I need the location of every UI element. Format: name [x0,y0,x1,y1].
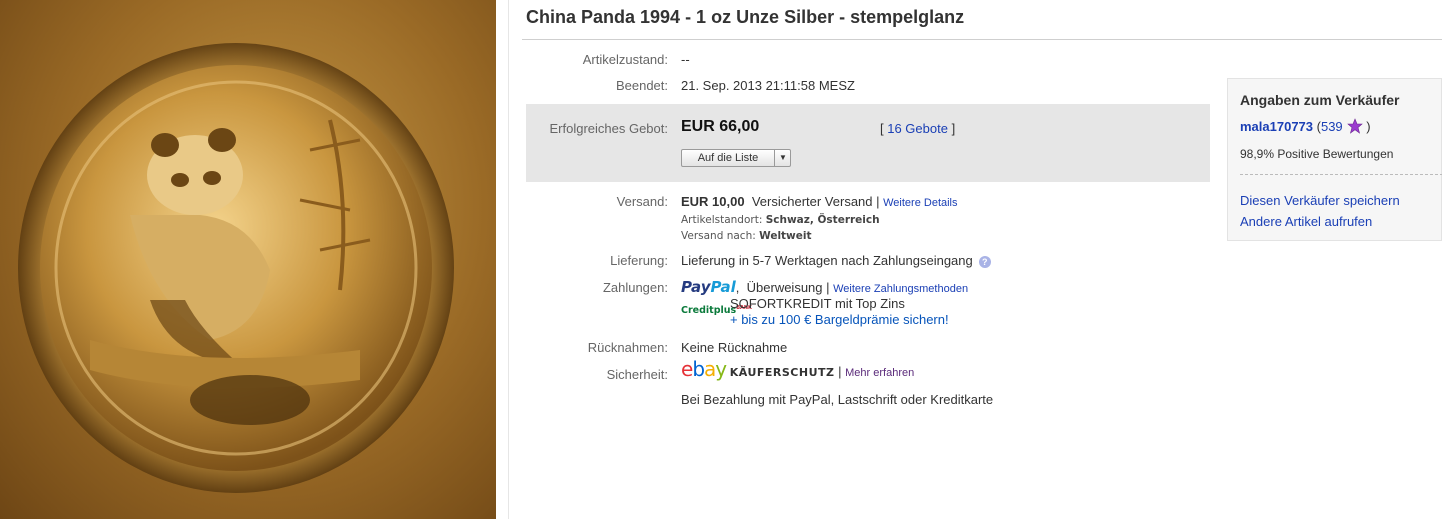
ships-to-value: Weltweit [759,230,812,242]
dropdown-arrow-icon[interactable]: ▼ [774,150,791,166]
paypal-logo: PayPal [681,278,736,296]
save-seller-link[interactable]: Diesen Verkäufer speichern [1240,193,1400,208]
delivery-line: Lieferung in 5-7 Werktagen nach Zahlungs… [681,253,991,269]
help-icon[interactable]: ? [978,255,991,268]
shipping-cost: EUR 10,00 [681,194,745,209]
protection-note: Bei Bezahlung mit PayPal, Lastschrift od… [681,392,994,407]
shipping-service: Versicherter Versand [751,194,873,209]
seller-divider [1240,174,1442,175]
paypal-logo-pay: Pay [681,278,711,296]
buyer-protection-title: KÄUFERSCHUTZ [729,366,835,379]
photo-divider [508,0,509,519]
returns-value: Keine Rücknahme [681,340,788,355]
delivery-value: Lieferung in 5-7 Werktagen nach Zahlungs… [681,253,973,268]
ended-value: 21. Sep. 2013 21:11:58 MESZ [681,78,855,93]
ebay-logo-b: b [692,357,705,381]
shipping-label: Versand: [616,194,668,209]
more-payment-methods-link[interactable]: Weitere Zahlungsmethoden [833,283,968,295]
seller-username-link[interactable]: mala170773 [1240,119,1313,134]
payments-sep: | [822,280,834,295]
location-value: Schwaz, Österreich [765,214,880,226]
item-location: Artikelstandort: Schwaz, Österreich [681,212,880,228]
shipping-line: EUR 10,00 Versicherter Versand | Weitere… [681,194,958,211]
payments-label: Zahlungen: [602,280,668,295]
returns-label: Rücknahmen: [587,340,668,355]
ended-label: Beendet: [615,78,668,93]
ships-to-label: Versand nach: [681,230,756,242]
ebay-logo: ebay [681,357,727,381]
delivery-label: Lieferung: [610,253,668,268]
bid-count: [ 16 Gebote ] [880,121,955,136]
bid-history-link[interactable]: 16 Gebote [887,121,948,136]
security-label: Sicherheit: [606,367,668,382]
seller-score-open: ( [1313,119,1321,134]
condition-label: Artikelzustand: [582,52,668,67]
ebay-logo-a: a [704,357,716,381]
watchlist-label[interactable]: Auf die Liste [682,150,774,166]
positive-feedback: 98,9% Positive Bewertungen [1240,147,1394,161]
seller-score-close: ) [1362,119,1371,134]
bid-label: Erfolgreiches Gebot: [549,121,668,136]
seller-info-panel: Angaben zum Verkäufer mala170773 (539 ) … [1227,78,1442,241]
star-icon [1346,118,1363,134]
payments-line: PayPal, Überweisung | Weitere Zahlungsme… [681,278,969,296]
bid-count-close: ] [947,121,956,136]
bid-box [526,104,1210,182]
title-divider [522,39,1442,40]
location-label: Artikelstandort: [681,214,763,226]
ships-to: Versand nach: Weltweit [681,228,812,244]
ebay-logo-y: y [715,357,727,381]
sofortkredit-text: SOFORTKREDIT mit Top Zins [730,296,905,311]
seller-name-line: mala170773 (539 ) [1240,118,1371,134]
item-title: China Panda 1994 - 1 oz Unze Silber - st… [526,7,965,27]
view-other-items-link[interactable]: Andere Artikel aufrufen [1240,214,1372,229]
condition-value: -- [681,52,690,67]
paypal-logo-pal: Pal [710,278,736,296]
bank-transfer: Überweisung [746,280,823,295]
creditplus-logo-text: Creditplus [681,305,737,317]
product-photo[interactable] [0,0,496,519]
add-to-watchlist-button[interactable]: Auf die Liste ▼ [681,149,791,167]
learn-more-link[interactable]: Mehr erfahren [845,367,914,379]
seller-feedback-score-link[interactable]: 539 [1321,119,1343,134]
shipping-details-link[interactable]: Weitere Details [883,197,957,209]
winning-bid-price: EUR 66,00 [681,118,760,135]
buyer-protection-line: ebay KÄUFERSCHUTZ | Mehr erfahren [681,359,914,381]
cash-bonus-link[interactable]: + bis zu 100 € Bargeldprämie sichern! [730,312,949,328]
shipping-sep: | [872,194,884,209]
ebay-logo-e: e [681,357,693,381]
coin-image [18,43,454,493]
seller-heading: Angaben zum Verkäufer [1240,92,1400,108]
